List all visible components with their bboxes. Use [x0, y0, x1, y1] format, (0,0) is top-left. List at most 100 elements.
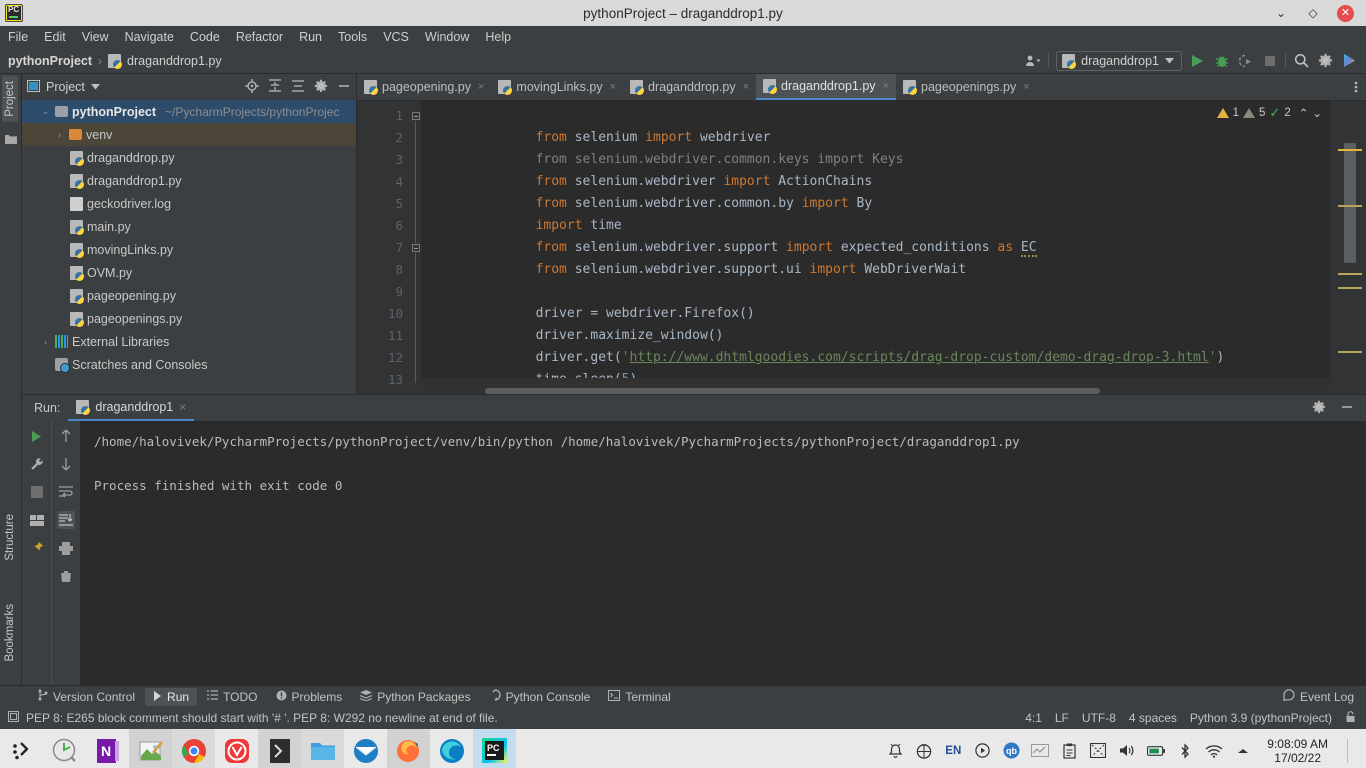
close-icon[interactable]: ×: [743, 81, 749, 93]
settings-gear-icon[interactable]: [1317, 52, 1334, 69]
onenote-icon[interactable]: N: [86, 729, 129, 768]
tool-button-python-console[interactable]: Python Console: [481, 687, 599, 706]
search-icon[interactable]: [1293, 52, 1310, 69]
next-highlight-icon[interactable]: ⌄: [1312, 106, 1322, 120]
tree-item-geckodriver-log[interactable]: geckodriver.log: [22, 192, 356, 215]
marker-warning[interactable]: [1338, 149, 1362, 151]
battery-icon[interactable]: [1147, 742, 1166, 760]
debug-icon[interactable]: [1213, 52, 1230, 69]
media-play-icon[interactable]: [973, 742, 991, 760]
language-EN-icon[interactable]: EN: [944, 742, 962, 760]
breadcrumb-project[interactable]: pythonProject: [8, 54, 92, 68]
stop-icon[interactable]: [28, 483, 46, 501]
tool-button-python-packages[interactable]: Python Packages: [352, 688, 478, 706]
editor-tab-movinglinks[interactable]: movingLinks.py ×: [491, 74, 623, 100]
print-icon[interactable]: [57, 539, 75, 557]
hide-panel-icon[interactable]: [1340, 400, 1354, 417]
tool-button-run[interactable]: Run: [145, 687, 198, 706]
breadcrumb-file[interactable]: draganddrop1.py: [127, 54, 222, 68]
stop-icon[interactable]: [1261, 52, 1278, 69]
run-configuration-selector[interactable]: draganddrop1: [1056, 50, 1182, 71]
tree-item-scratches-and-consoles[interactable]: Scratches and Consoles: [22, 353, 356, 376]
marker-weak-warning[interactable]: [1338, 273, 1362, 275]
menu-item-help[interactable]: Help: [485, 30, 511, 44]
scroll-up-icon[interactable]: [57, 427, 75, 445]
inspection-icon[interactable]: [8, 711, 19, 725]
python-interpreter[interactable]: Python 3.9 (pythonProject): [1190, 711, 1332, 725]
browser-tray-icon[interactable]: [915, 742, 933, 760]
settings-gear-icon[interactable]: [1312, 400, 1326, 417]
locate-icon[interactable]: [245, 78, 259, 96]
tree-item-external-libraries[interactable]: › External Libraries: [22, 330, 356, 353]
show-hidden-icons-icon[interactable]: [1234, 742, 1252, 760]
horizontal-scrollbar[interactable]: [485, 388, 1294, 394]
chevron-right-icon[interactable]: ›: [40, 337, 51, 347]
menu-item-window[interactable]: Window: [425, 30, 469, 44]
layout-icon[interactable]: [28, 511, 46, 529]
chevron-right-icon[interactable]: ›: [54, 130, 65, 140]
marker-weak-warning[interactable]: [1338, 205, 1362, 207]
close-icon[interactable]: ×: [610, 81, 616, 93]
indent-setting[interactable]: 4 spaces: [1129, 711, 1177, 725]
chevron-down-icon[interactable]: [90, 84, 100, 90]
firefox-icon[interactable]: [387, 729, 430, 768]
ai-assistant-icon[interactable]: [1341, 52, 1358, 69]
pin-icon[interactable]: [28, 539, 46, 557]
code-url-link[interactable]: http://www.dhtmlgoodies.com/scripts/drag…: [630, 350, 1209, 365]
run-with-coverage-icon[interactable]: [1237, 52, 1254, 69]
fold-region-icon[interactable]: [412, 112, 420, 120]
chrome-icon[interactable]: [172, 729, 215, 768]
show-desktop-button[interactable]: [1347, 738, 1360, 763]
marker-weak-warning[interactable]: [1338, 351, 1362, 353]
menu-item-view[interactable]: View: [82, 30, 109, 44]
close-icon[interactable]: ×: [1023, 81, 1029, 93]
image-tray-icon[interactable]: [1089, 742, 1107, 760]
tree-item-pythonproject[interactable]: ⌄ pythonProject ~/PycharmProjects/python…: [22, 100, 356, 123]
menu-item-run[interactable]: Run: [299, 30, 322, 44]
graph-tray-icon[interactable]: [1031, 742, 1050, 760]
run-tab-draganddrop1[interactable]: draganddrop1 ×: [68, 395, 195, 421]
tree-item-venv[interactable]: › venv: [22, 123, 356, 146]
collapse-all-icon[interactable]: [291, 79, 305, 96]
rerun-icon[interactable]: [28, 427, 46, 445]
editor-fold-column[interactable]: [411, 101, 421, 394]
clear-all-icon[interactable]: [57, 567, 75, 585]
tree-item-ovm-py[interactable]: OVM.py: [22, 261, 356, 284]
editor-tab-draganddrop1[interactable]: draganddrop1.py ×: [756, 74, 896, 100]
code-content[interactable]: from selenium import webdriver from sele…: [421, 101, 1330, 394]
line-separator[interactable]: LF: [1055, 711, 1069, 725]
settings-gear-icon[interactable]: [314, 79, 328, 96]
tool-button-terminal[interactable]: Terminal: [600, 688, 678, 706]
run-icon[interactable]: [1189, 52, 1206, 69]
pycharm-icon[interactable]: PC: [473, 729, 516, 768]
editor-marker-stripe[interactable]: [1330, 101, 1366, 394]
previous-highlight-icon[interactable]: ⌃: [1299, 106, 1309, 120]
vivaldi-icon[interactable]: [215, 729, 258, 768]
clipboard-icon[interactable]: [1060, 742, 1078, 760]
expand-all-icon[interactable]: [268, 78, 282, 96]
inspection-widget[interactable]: 1 5 ✓ 2 ⌃ ⌄: [1216, 105, 1322, 121]
file-encoding[interactable]: UTF-8: [1082, 711, 1116, 725]
powershell-icon[interactable]: [258, 729, 301, 768]
scroll-down-icon[interactable]: [57, 455, 75, 473]
lock-icon[interactable]: [1345, 710, 1356, 726]
sidebar-item-bookmarks[interactable]: Bookmarks: [4, 604, 16, 662]
close-button[interactable]: ✕: [1337, 4, 1354, 22]
clock-app-icon[interactable]: [43, 729, 86, 768]
menu-item-refactor[interactable]: Refactor: [236, 30, 283, 44]
bluetooth-icon[interactable]: [1176, 742, 1194, 760]
close-icon[interactable]: ×: [478, 81, 484, 93]
scroll-to-end-icon[interactable]: [57, 511, 75, 529]
paint-icon[interactable]: [129, 729, 172, 768]
caret-position[interactable]: 4:1: [1025, 711, 1042, 725]
menu-item-file[interactable]: File: [8, 30, 28, 44]
marker-weak-warning[interactable]: [1338, 287, 1362, 289]
sidebar-item-structure[interactable]: Structure: [4, 514, 16, 561]
tool-button-todo[interactable]: TODO: [199, 688, 265, 706]
start-icon[interactable]: [0, 729, 43, 768]
soft-wrap-icon[interactable]: [57, 483, 75, 501]
menu-item-navigate[interactable]: Navigate: [125, 30, 174, 44]
edge-icon[interactable]: [430, 729, 473, 768]
notification-bell-icon[interactable]: [886, 742, 904, 760]
taskbar-clock[interactable]: 9:08:09 AM 17/02/22: [1263, 737, 1332, 765]
